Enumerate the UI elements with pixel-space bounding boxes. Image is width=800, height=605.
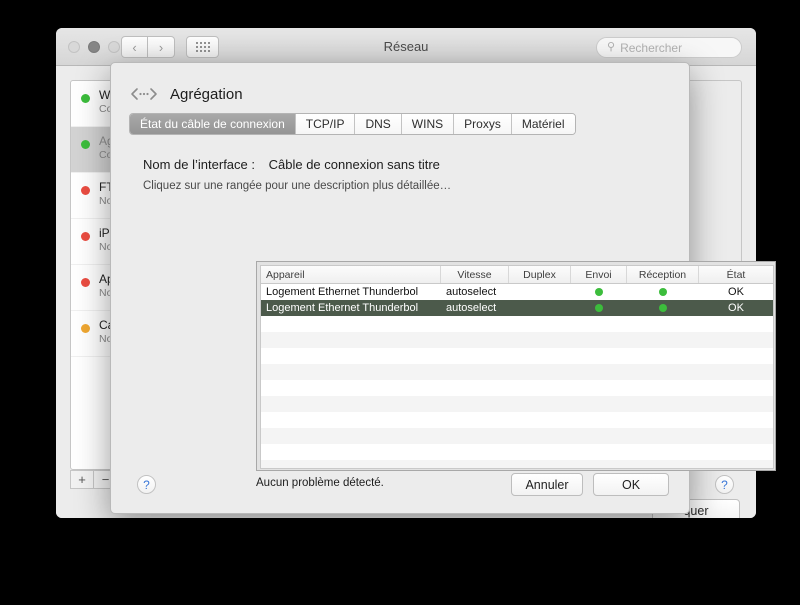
table-row-empty[interactable] — [261, 412, 773, 428]
cell-reception — [627, 304, 699, 312]
aggregation-sheet: Agrégation État du câble de connexion TC… — [110, 62, 776, 514]
ok-button[interactable]: OK — [593, 473, 669, 496]
green-status-dot-icon — [595, 288, 603, 296]
table-row-empty[interactable] — [261, 380, 773, 396]
column-header-vitesse[interactable]: Vitesse — [441, 266, 509, 283]
column-header-etat[interactable]: État — [699, 266, 773, 283]
tab-materiel[interactable]: Matériel — [511, 114, 575, 134]
table-row-empty[interactable] — [261, 428, 773, 444]
status-indicator-icon — [81, 94, 90, 103]
tab-wins[interactable]: WINS — [401, 114, 455, 134]
status-indicator-icon — [81, 140, 90, 149]
device-table[interactable]: Appareil Vitesse Duplex Envoi Réception … — [260, 265, 774, 469]
sheet-footer: ? Annuler OK — [111, 461, 689, 513]
search-field[interactable]: ⚲ Rechercher — [596, 37, 742, 58]
device-table-container: Appareil Vitesse Duplex Envoi Réception … — [256, 261, 776, 471]
green-status-dot-icon — [659, 304, 667, 312]
status-indicator-icon — [81, 278, 90, 287]
table-row-empty[interactable] — [261, 332, 773, 348]
cell-appareil: Logement Ethernet Thunderbol — [266, 286, 419, 298]
table-row[interactable]: Logement Ethernet Thunderbol autoselect … — [261, 300, 773, 316]
sheet-tabbar: État du câble de connexion TCP/IP DNS WI… — [129, 113, 576, 135]
interface-name-row: Nom de l’interface : Câble de connexion … — [143, 157, 689, 172]
cell-appareil: Logement Ethernet Thunderbol — [266, 302, 419, 314]
tab-dns[interactable]: DNS — [355, 114, 402, 134]
cancel-button[interactable]: Annuler — [511, 473, 583, 496]
search-icon: ⚲ — [607, 41, 616, 53]
screen: ‹ › Réseau ⚲ Rechercher Wi- Con Agr Con … — [0, 0, 800, 605]
cell-envoi — [571, 304, 627, 312]
help-button[interactable]: ? — [715, 475, 734, 494]
window-titlebar: ‹ › Réseau ⚲ Rechercher — [56, 28, 756, 66]
search-placeholder: Rechercher — [620, 40, 683, 55]
green-status-dot-icon — [659, 288, 667, 296]
table-row[interactable]: Logement Ethernet Thunderbol autoselect … — [261, 284, 773, 300]
cell-etat: OK — [728, 286, 744, 298]
table-row-empty[interactable] — [261, 316, 773, 332]
green-status-dot-icon — [595, 304, 603, 312]
cell-reception — [627, 288, 699, 296]
tab-tcpip[interactable]: TCP/IP — [295, 114, 356, 134]
add-service-button[interactable]: + — [70, 470, 94, 489]
table-row-empty[interactable] — [261, 444, 773, 460]
column-header-envoi[interactable]: Envoi — [571, 266, 627, 283]
column-header-duplex[interactable]: Duplex — [509, 266, 571, 283]
table-row-empty[interactable] — [261, 348, 773, 364]
cell-vitesse: autoselect — [446, 302, 497, 314]
table-header-row: Appareil Vitesse Duplex Envoi Réception … — [261, 266, 773, 284]
column-header-appareil[interactable]: Appareil — [261, 266, 441, 283]
aggregation-icon — [131, 88, 157, 100]
cell-envoi — [571, 288, 627, 296]
tab-proxys[interactable]: Proxys — [454, 114, 512, 134]
status-indicator-icon — [81, 186, 90, 195]
cell-vitesse: autoselect — [446, 286, 497, 298]
interface-name-value: Câble de connexion sans titre — [268, 157, 440, 172]
status-indicator-icon — [81, 324, 90, 333]
table-hint: Cliquez sur une rangée pour une descript… — [143, 180, 452, 192]
column-header-reception[interactable]: Réception — [627, 266, 699, 283]
interface-name-label: Nom de l’interface : — [143, 157, 255, 172]
sheet-header: Agrégation — [111, 63, 689, 109]
status-indicator-icon — [81, 232, 90, 241]
tab-cable-status[interactable]: État du câble de connexion — [130, 114, 296, 134]
cell-etat: OK — [728, 302, 744, 314]
sheet-title: Agrégation — [170, 85, 243, 103]
sheet-help-button[interactable]: ? — [137, 475, 156, 494]
table-row-empty[interactable] — [261, 364, 773, 380]
table-row-empty[interactable] — [261, 396, 773, 412]
